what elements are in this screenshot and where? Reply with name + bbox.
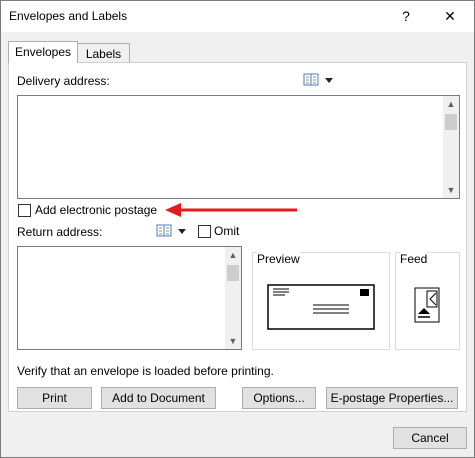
tab-envelopes-label: Envelopes (14, 45, 72, 59)
address-book-icon (303, 73, 333, 86)
tab-envelopes[interactable]: Envelopes (8, 41, 78, 63)
envelopes-labels-dialog: Envelopes and Labels ? ✕ Envelopes Label… (0, 0, 475, 458)
dialog-title: Envelopes and Labels (9, 9, 128, 23)
electronic-postage-checkbox[interactable] (18, 204, 31, 217)
return-address-field[interactable]: ▲ ▼ (17, 246, 242, 350)
options-button[interactable]: Options... (242, 387, 316, 409)
scroll-down-icon[interactable]: ▼ (225, 333, 241, 349)
feed-tray-icon (414, 287, 440, 323)
close-button[interactable]: ✕ (433, 5, 467, 27)
print-button[interactable]: Print (17, 387, 92, 409)
delivery-address-field[interactable]: ▲ ▼ (17, 95, 460, 199)
print-button-label: Print (42, 391, 67, 405)
annotation-arrow (165, 203, 297, 217)
verify-envelope-text: Verify that an envelope is loaded before… (17, 364, 274, 378)
tab-labels-label: Labels (85, 47, 122, 61)
delivery-address-label: Delivery address: (17, 74, 110, 88)
epostage-properties-label: E-postage Properties... (330, 391, 454, 405)
epostage-properties-button[interactable]: E-postage Properties... (326, 387, 458, 409)
scroll-thumb[interactable] (445, 114, 457, 130)
title-bar: Envelopes and Labels ? ✕ (1, 1, 474, 32)
help-button[interactable]: ? (393, 5, 419, 27)
scroll-up-icon[interactable]: ▲ (443, 96, 459, 112)
scroll-thumb[interactable] (227, 265, 239, 281)
envelope-preview-icon (267, 284, 375, 330)
feed-group[interactable]: Feed (395, 252, 460, 350)
add-to-document-label: Add to Document (112, 391, 205, 405)
delivery-scrollbar[interactable]: ▲ ▼ (443, 96, 459, 198)
add-to-document-button[interactable]: Add to Document (101, 387, 216, 409)
scroll-down-icon[interactable]: ▼ (443, 182, 459, 198)
tab-labels[interactable]: Labels (77, 43, 130, 63)
options-label: Options... (253, 391, 305, 405)
feed-label: Feed (400, 252, 428, 266)
envelopes-panel: Delivery address: ▲ ▼ Add electronic pos… (8, 62, 467, 412)
cancel-label: Cancel (411, 431, 449, 445)
return-address-book-button[interactable] (156, 224, 190, 241)
omit-label: Omit (214, 224, 240, 238)
address-book-icon (156, 224, 186, 237)
return-address-label: Return address: (17, 225, 103, 239)
preview-label: Preview (257, 252, 300, 266)
preview-group[interactable]: Preview (252, 252, 390, 350)
cancel-button[interactable]: Cancel (393, 427, 467, 449)
scroll-up-icon[interactable]: ▲ (225, 247, 241, 263)
electronic-postage-label: Add electronic postage (35, 203, 158, 217)
omit-checkbox[interactable] (198, 225, 211, 238)
delivery-address-book-button[interactable] (303, 73, 337, 90)
return-scrollbar[interactable]: ▲ ▼ (225, 247, 241, 349)
